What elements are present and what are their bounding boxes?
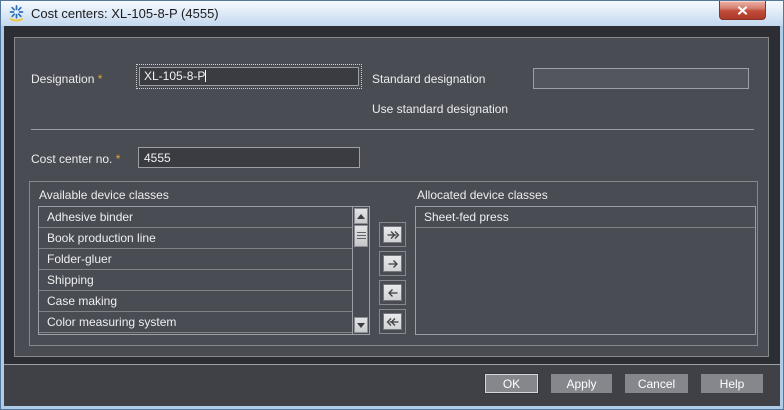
scroll-down-button[interactable] [354, 317, 368, 333]
ok-button[interactable]: OK [485, 374, 538, 393]
standard-designation-input[interactable] [533, 68, 749, 89]
standard-designation-label: Standard designation [372, 72, 486, 86]
thumb-grip-icon [356, 232, 366, 240]
close-button[interactable] [719, 1, 766, 20]
move-right-frame [379, 251, 406, 276]
list-item[interactable]: Folder-gluer [39, 249, 352, 270]
dialog-content: Designation * XL-105-8-P Standard design… [4, 26, 780, 406]
cost-center-no-label-text: Cost center no. [31, 152, 113, 166]
apply-button[interactable]: Apply [551, 374, 612, 393]
list-item[interactable]: Shipping [39, 270, 352, 291]
form-panel: Designation * XL-105-8-P Standard design… [14, 37, 769, 357]
device-classes-groupbox: Available device classes Allocated devic… [29, 181, 758, 346]
vertical-scrollbar[interactable] [352, 207, 369, 334]
title-bar[interactable]: Cost centers: XL-105-8-P (4555) [1, 1, 783, 26]
left-arrow-icon [387, 288, 397, 297]
cost-center-no-input[interactable] [138, 147, 360, 168]
use-standard-designation-label[interactable]: Use standard designation [372, 102, 508, 116]
list-item[interactable]: Sheet-fed press [416, 207, 755, 228]
dialog-window: Cost centers: XL-105-8-P (4555) Designat… [0, 0, 784, 410]
move-left-button[interactable] [383, 284, 402, 301]
footer-button-bar: OK Apply Cancel Help [4, 365, 780, 406]
list-item[interactable]: Book production line [39, 228, 352, 249]
text-caret [205, 70, 207, 82]
required-asterisk: * [97, 72, 103, 86]
allocated-device-classes-list[interactable]: Sheet-fed press [415, 206, 756, 335]
move-left-frame [379, 280, 406, 305]
window-title: Cost centers: XL-105-8-P (4555) [31, 6, 219, 21]
double-left-arrow-icon [386, 317, 398, 326]
move-right-button[interactable] [383, 255, 402, 272]
right-arrow-icon [388, 259, 398, 268]
available-device-classes-list[interactable]: Adhesive binder Book production line Fol… [38, 206, 370, 335]
scroll-up-button[interactable] [354, 208, 368, 224]
move-all-right-button[interactable] [383, 226, 402, 243]
move-all-right-frame [379, 222, 406, 247]
available-device-classes-label: Available device classes [39, 188, 169, 202]
required-asterisk: * [115, 152, 121, 166]
allocated-device-classes-label: Allocated device classes [417, 188, 548, 202]
app-logo-icon [9, 5, 24, 22]
scrollbar-thumb[interactable] [354, 225, 368, 247]
triangle-down-icon [357, 322, 365, 328]
cancel-button[interactable]: Cancel [625, 374, 688, 393]
list-item[interactable]: Case making [39, 291, 352, 312]
designation-label-text: Designation [31, 72, 95, 86]
move-all-left-button[interactable] [383, 313, 402, 330]
help-button[interactable]: Help [701, 374, 763, 393]
cost-center-no-label: Cost center no. * [31, 152, 120, 166]
designation-value: XL-105-8-P [144, 69, 206, 83]
double-right-arrow-icon [387, 230, 399, 239]
designation-label: Designation * [31, 72, 102, 86]
triangle-up-icon [357, 213, 365, 219]
move-all-left-frame [379, 309, 406, 334]
section-divider [31, 129, 754, 130]
list-item[interactable]: Color measuring system [39, 312, 352, 333]
close-icon [737, 5, 748, 15]
list-item[interactable]: Adhesive binder [39, 207, 352, 228]
designation-input[interactable]: XL-105-8-P [139, 67, 359, 86]
designation-field-focus-ring: XL-105-8-P [136, 64, 362, 89]
